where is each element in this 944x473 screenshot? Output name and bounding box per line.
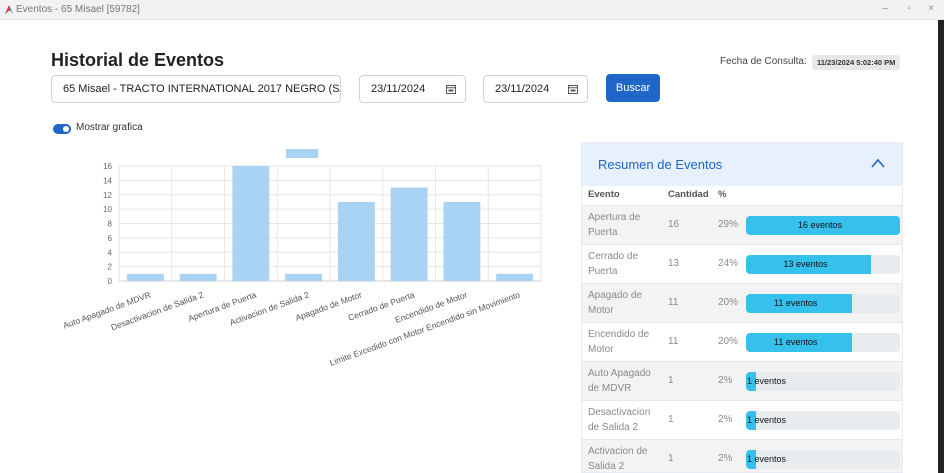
progress-label: 16 eventos (798, 220, 843, 230)
page-title: Historial de Eventos (51, 50, 225, 70)
event-name: Encendido de Motor (588, 329, 650, 355)
y-tick-label: 8 (108, 220, 113, 229)
event-count: 11 (668, 336, 679, 347)
x-tick-label: Desactivacion de Salida 2 (109, 289, 205, 332)
search-button[interactable]: Buscar (606, 74, 660, 102)
event-name: Cerrado de Puerta (588, 251, 639, 277)
chart-bar (179, 273, 217, 281)
event-percent: 29% (718, 219, 739, 230)
consult-date-badge: 11/23/2024 5:02:40 PM (812, 55, 901, 70)
event-count: 1 (668, 453, 674, 464)
date-from-value: 23/11/2024 (371, 83, 426, 95)
event-percent: 20% (718, 297, 739, 308)
event-name: Apertura de Puerta (588, 212, 641, 238)
y-tick-label: 14 (103, 176, 112, 185)
event-name: Activacion de Salida 2 (588, 446, 648, 472)
chart-bar (232, 166, 270, 281)
progress-label: 11 eventos (774, 298, 818, 308)
table-row: Apertura de Puerta 16 29% 16 eventos (582, 205, 902, 244)
event-count: 1 (668, 375, 674, 386)
event-name: Desactivacion de Salida 2 (588, 407, 651, 433)
y-tick-label: 0 (108, 277, 113, 286)
event-percent: 2% (718, 453, 733, 464)
minimize-icon[interactable]: – (878, 3, 892, 14)
y-tick-label: 4 (108, 248, 113, 257)
close-icon[interactable]: × (924, 3, 938, 14)
date-to-value: 23/11/2024 (495, 83, 550, 95)
consult-date-label: Fecha de Consulta: (720, 56, 807, 67)
progress-label: 13 eventos (783, 259, 828, 269)
y-tick-label: 6 (108, 234, 113, 243)
event-count: 13 (668, 258, 680, 269)
window-title: Eventos - 65 Misael [59782] (16, 4, 140, 15)
toggle-knob (63, 126, 69, 132)
chart-bar (337, 201, 375, 281)
event-percent: 20% (718, 336, 739, 347)
event-name: Auto Apagado de MDVR (588, 368, 651, 394)
chevron-up-icon[interactable] (870, 157, 886, 169)
event-count: 11 (668, 297, 679, 308)
vehicle-select-value: 65 Misael - TRACTO INTERNATIONAL 2017 NE… (63, 83, 341, 95)
progress-track: 13 eventos (746, 255, 900, 274)
events-bar-chart: 0 2 4 6 8 10 12 14 16 Auto Apagado de MDVRDesacti… (62, 149, 542, 368)
progress-track: 11 eventos (746, 333, 900, 352)
table-row: Cerrado de Puerta 13 24% 13 eventos (582, 244, 902, 283)
legend-swatch (286, 149, 318, 158)
table-row: Auto Apagado de MDVR 1 2% 1 eventos (582, 361, 902, 400)
summary-title: Resumen de Eventos (598, 157, 723, 172)
event-percent: 2% (718, 414, 733, 425)
event-percent: 24% (718, 258, 739, 269)
show-chart-label: Mostrar grafica (76, 122, 143, 133)
column-header-cantidad: Cantidad (668, 189, 709, 200)
progress-label: 1 eventos (747, 415, 787, 425)
event-percent: 2% (718, 375, 733, 386)
chart-bar (496, 273, 534, 281)
calendar-icon[interactable] (568, 84, 578, 94)
x-tick-label: Limite Excedido con Motor Encendido sin … (328, 289, 521, 367)
y-tick-label: 10 (103, 205, 112, 214)
chart-bar (285, 273, 323, 281)
chart-bar (443, 201, 481, 281)
vehicle-select[interactable]: 65 Misael - TRACTO INTERNATIONAL 2017 NE… (51, 75, 341, 103)
progress-label: 1 eventos (747, 376, 787, 386)
x-tick-label: Auto Apagado de MDVR (62, 289, 152, 330)
summary-header[interactable]: Resumen de Eventos (582, 143, 902, 186)
event-count: 1 (668, 414, 674, 425)
summary-panel: Resumen de Eventos Evento Cantidad % Ape… (581, 142, 903, 473)
y-tick-label: 2 (108, 263, 113, 272)
app-icon (5, 5, 13, 14)
calendar-icon[interactable] (446, 84, 456, 94)
date-to-input[interactable]: 23/11/2024 (483, 75, 588, 103)
column-header-evento: Evento (588, 189, 620, 200)
table-row: Activacion de Salida 2 1 2% 1 eventos (582, 439, 902, 472)
chart-bar (126, 273, 164, 281)
date-from-input[interactable]: 23/11/2024 (359, 75, 466, 103)
table-row: Apagado de Motor 11 20% 11 eventos (582, 283, 902, 322)
progress-label: 11 eventos (774, 337, 818, 347)
progress-track: 1 eventos (746, 450, 900, 469)
event-name: Apagado de Motor (588, 290, 642, 316)
y-tick-label: 16 (103, 162, 112, 171)
show-chart-toggle[interactable] (53, 124, 71, 134)
table-row: Desactivacion de Salida 2 1 2% 1 eventos (582, 400, 902, 439)
window-edge (938, 20, 944, 473)
progress-track: 16 eventos (746, 216, 900, 235)
y-tick-label: 12 (103, 191, 112, 200)
chart-bar (390, 187, 428, 281)
window-titlebar: Eventos - 65 Misael [59782] – ▫ × (0, 0, 944, 20)
progress-track: 11 eventos (746, 294, 900, 313)
table-row: Encendido de Motor 11 20% 11 eventos (582, 322, 902, 361)
progress-track: 1 eventos (746, 372, 900, 391)
column-header-pct: % (718, 189, 727, 200)
maximize-icon[interactable]: ▫ (902, 3, 916, 14)
event-count: 16 (668, 219, 680, 230)
progress-track: 1 eventos (746, 411, 900, 430)
progress-label: 1 eventos (747, 454, 787, 464)
